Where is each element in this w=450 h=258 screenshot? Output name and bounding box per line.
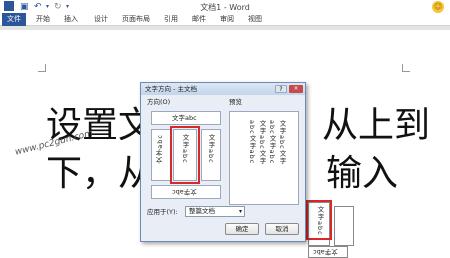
document-text-line2-right[interactable]: 输入: [326, 154, 398, 194]
preview-pane: 文字abc文字 abc文字abc 文字abc文字 abc文字abc: [229, 111, 299, 205]
preview-label: 预览: [229, 98, 242, 106]
window-title: 文档1 - Word: [200, 3, 250, 12]
option-rotate-right[interactable]: 文字abc: [201, 129, 221, 181]
apply-to-label: 应用于(Y):: [147, 208, 178, 216]
document-text-line2[interactable]: 下，从: [46, 154, 154, 194]
close-button[interactable]: ×: [289, 85, 303, 93]
text-direction-dialog: 文字方向 - 主文档 ? × 方向(O) 预览 文字abc 文字abc 文字ab…: [140, 82, 306, 242]
crop-mark-top-left: [38, 64, 46, 72]
direction-label: 方向(O): [147, 98, 171, 106]
title-bar: ▣ ↶ ▾ ↻ ▾ 文档1 - Word ☺: [0, 0, 450, 14]
option-bottom-to-top[interactable]: 文字abc: [151, 185, 221, 199]
tab-home[interactable]: 开始: [36, 13, 50, 26]
tab-design[interactable]: 设计: [94, 13, 108, 26]
tab-view[interactable]: 视图: [248, 13, 262, 26]
tab-mailings[interactable]: 邮件: [192, 13, 206, 26]
chevron-down-icon: ▾: [238, 208, 242, 215]
crop-mark-top-right: [402, 64, 410, 72]
tab-page-layout[interactable]: 页面布局: [122, 13, 150, 26]
smiley-feedback-icon[interactable]: ☺: [432, 1, 444, 13]
cancel-button[interactable]: 取消: [265, 223, 299, 235]
tab-review[interactable]: 审阅: [220, 13, 234, 26]
highlight-frame-secondary: [306, 200, 332, 240]
option-horizontal[interactable]: 文字abc: [151, 111, 221, 125]
option-rotate-left[interactable]: 文字abc: [151, 129, 171, 181]
tab-insert[interactable]: 插入: [64, 13, 78, 26]
tab-references[interactable]: 引用: [164, 13, 178, 26]
document-text-line1-right[interactable]: 从上到: [322, 106, 430, 146]
tab-file[interactable]: 文件: [2, 13, 26, 26]
apply-to-select[interactable]: 整篇文档 ▾: [185, 206, 245, 217]
fragment-option-rotated: [334, 206, 354, 246]
ok-button[interactable]: 确定: [225, 223, 259, 235]
selected-option-highlight: [170, 126, 200, 184]
ribbon-tabs: 文件 开始 插入 设计 页面布局 引用 邮件 审阅 视图: [0, 13, 450, 26]
help-button[interactable]: ?: [275, 85, 287, 93]
fragment-option-horizontal: 文字abc: [308, 246, 348, 258]
